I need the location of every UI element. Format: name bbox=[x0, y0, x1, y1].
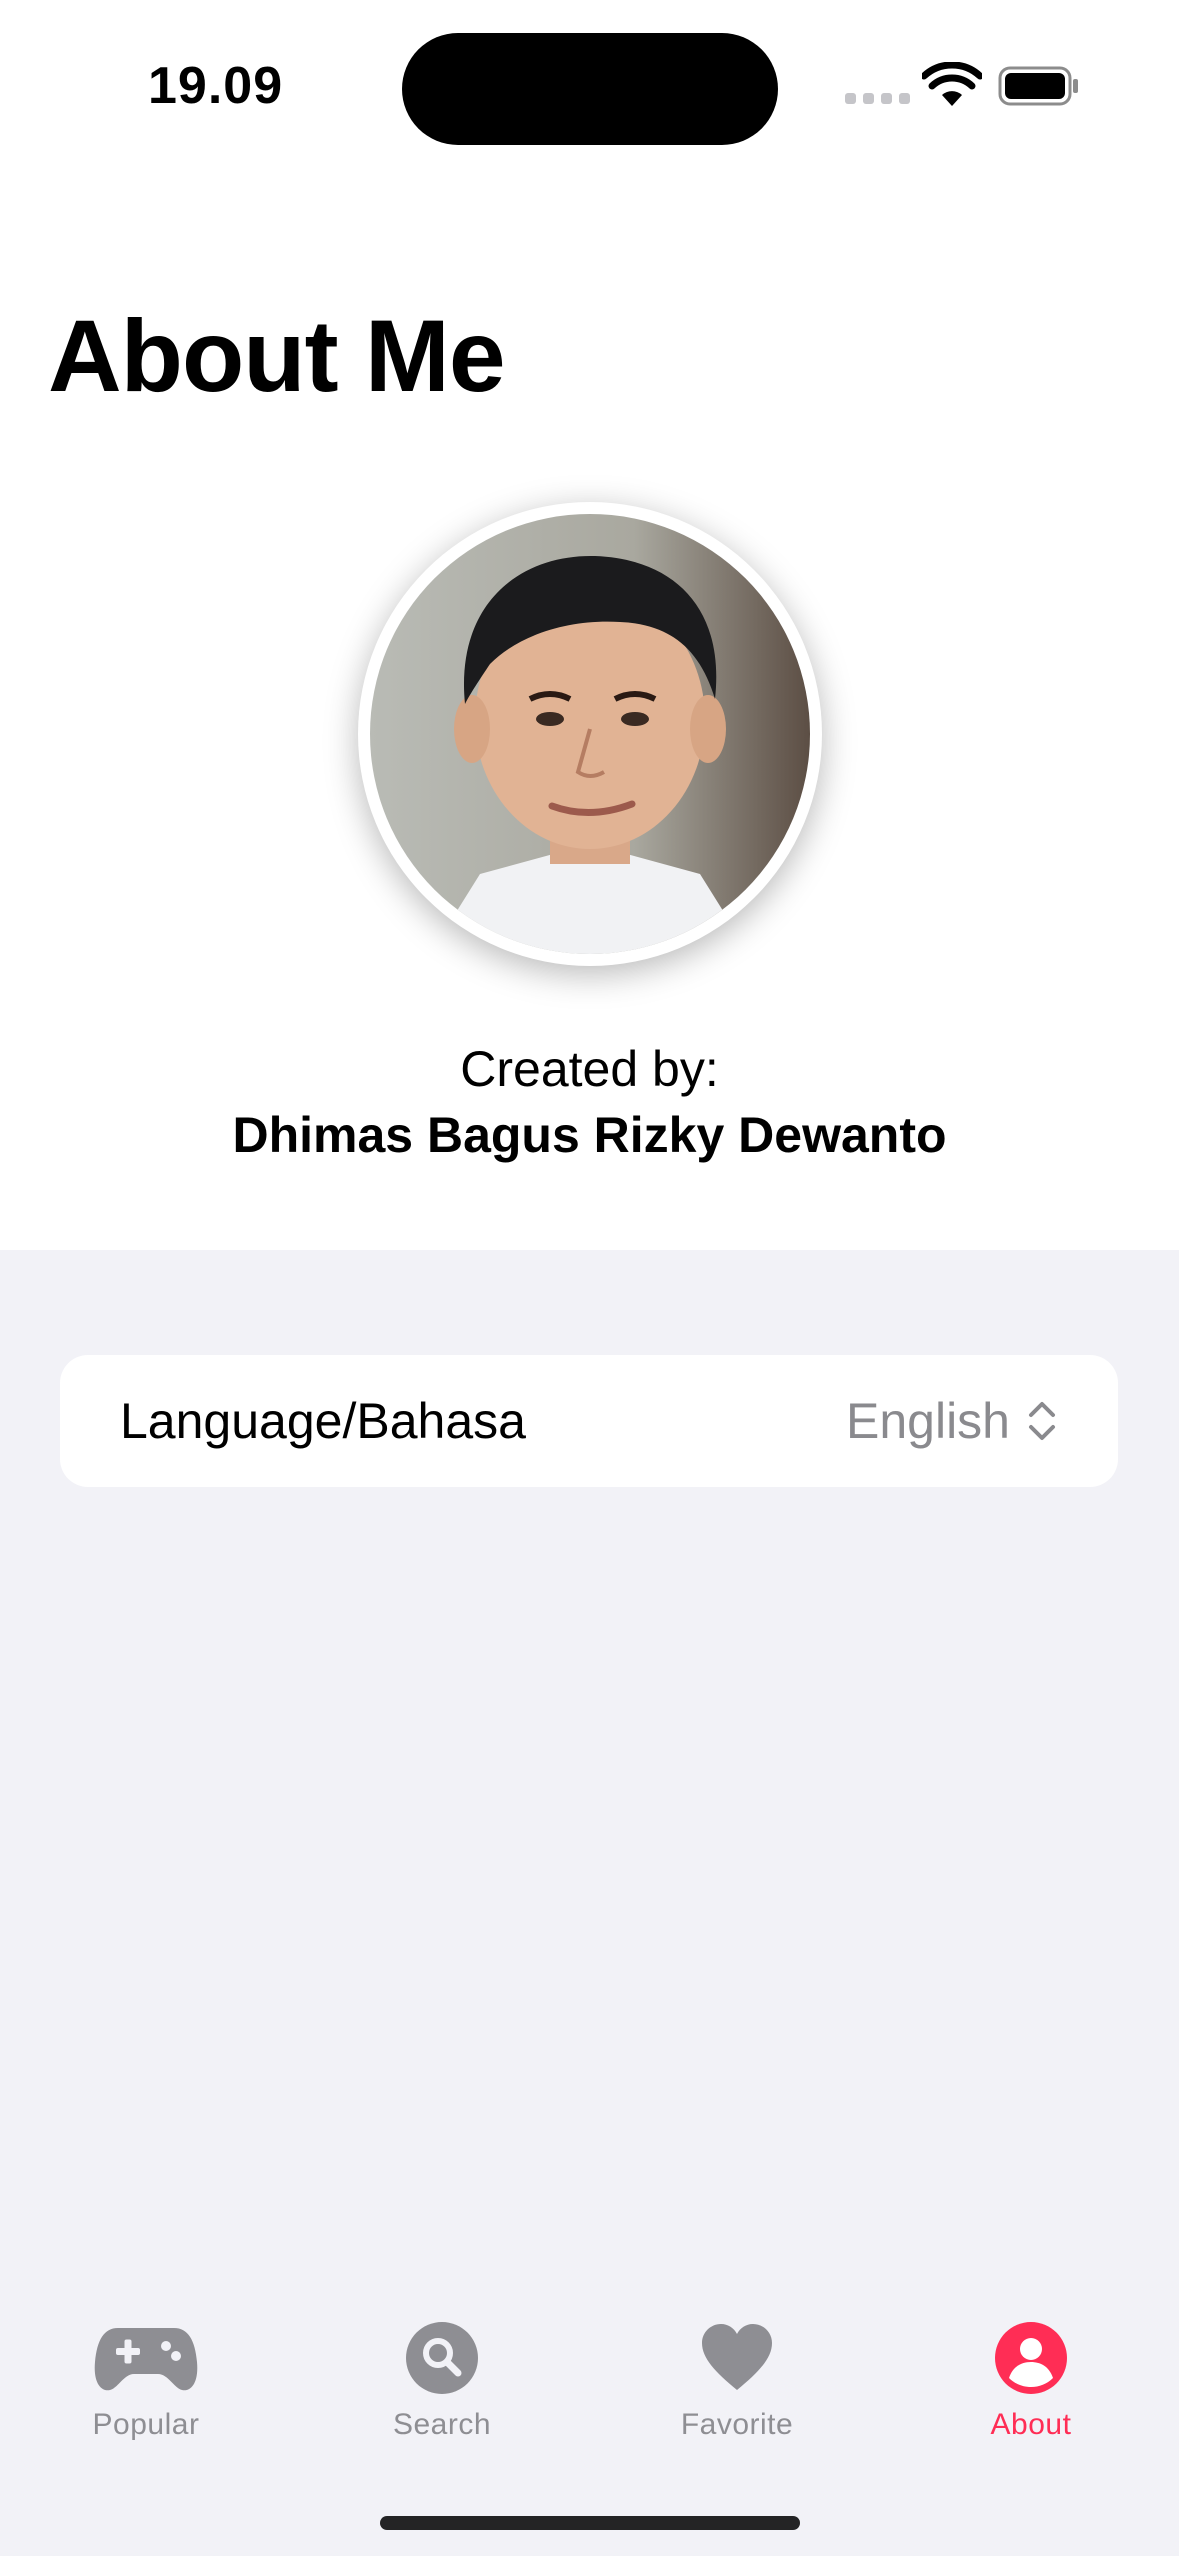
person-icon bbox=[995, 2322, 1067, 2394]
tab-label-search: Search bbox=[392, 2408, 492, 2441]
cellular-signal-icon bbox=[845, 93, 910, 104]
tab-favorite[interactable]: Favorite bbox=[617, 2322, 857, 2442]
created-by-label: Created by: bbox=[460, 1041, 719, 1097]
profile-photo bbox=[370, 514, 810, 954]
tab-label-about: About bbox=[990, 2408, 1072, 2441]
wifi-icon bbox=[922, 62, 982, 106]
gamecontroller-icon bbox=[94, 2328, 198, 2391]
status-time: 19.09 bbox=[148, 57, 284, 115]
language-picker[interactable]: English bbox=[846, 1392, 1058, 1450]
chevron-up-down-icon bbox=[1029, 1402, 1055, 1440]
page-title: About Me bbox=[48, 299, 506, 413]
home-indicator bbox=[380, 2516, 800, 2530]
tab-search[interactable]: Search bbox=[322, 2322, 562, 2442]
author-name: Dhimas Bagus Rizky Dewanto bbox=[232, 1107, 947, 1163]
tab-label-popular: Popular bbox=[92, 2408, 200, 2441]
search-icon bbox=[406, 2322, 478, 2394]
language-setting-row: Language/Bahasa English bbox=[60, 1355, 1118, 1487]
battery-icon bbox=[998, 66, 1078, 106]
tab-label-favorite: Favorite bbox=[680, 2408, 794, 2441]
language-value: English bbox=[846, 1393, 1010, 1449]
heart-icon bbox=[702, 2324, 772, 2390]
language-label: Language/Bahasa bbox=[120, 1393, 526, 1449]
dynamic-island bbox=[402, 33, 778, 145]
tab-about[interactable]: About bbox=[911, 2322, 1151, 2442]
avatar bbox=[358, 502, 822, 966]
tab-popular[interactable]: Popular bbox=[26, 2322, 266, 2442]
